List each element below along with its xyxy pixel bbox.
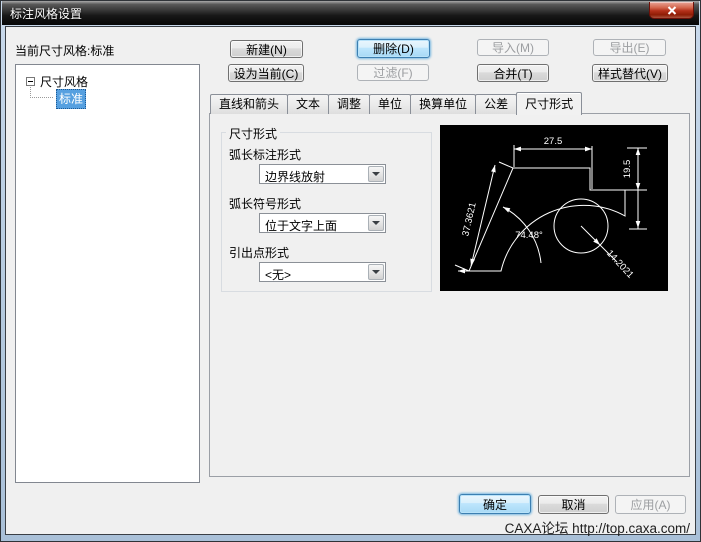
filter-button: 过滤(F) xyxy=(357,64,429,81)
chevron-down-icon xyxy=(372,270,380,274)
arc-symbol-form-select[interactable]: 位于文字上面 xyxy=(259,213,386,233)
dim-angle: 74.48° xyxy=(515,230,543,241)
arc-dim-form-label: 弧长标注形式 xyxy=(229,146,301,163)
chevron-down-icon xyxy=(372,172,380,176)
tree-node-standard-selected[interactable]: 标准 xyxy=(56,89,86,109)
current-style-label: 当前尺寸风格:标准 xyxy=(15,42,114,59)
close-button[interactable] xyxy=(649,2,694,19)
tab-units[interactable]: 单位 xyxy=(369,94,411,114)
tab-dimension-form-active[interactable]: 尺寸形式 xyxy=(516,92,582,115)
title-bar[interactable]: 标注风格设置 xyxy=(2,1,699,25)
close-icon xyxy=(667,6,677,15)
settings-tab-strip: 直线和箭头 文本 调整 单位 换算单位 公差 尺寸形式 xyxy=(210,91,581,114)
groupbox-label: 尺寸形式 xyxy=(226,125,280,142)
tab-alt-units[interactable]: 换算单位 xyxy=(410,94,476,114)
preview-part-outline xyxy=(469,168,625,271)
chevron-down-icon xyxy=(372,221,380,225)
dim-radius: 14.2021 xyxy=(604,248,635,281)
export-button: 导出(E) xyxy=(593,39,666,56)
leader-point-form-select[interactable]: <无> xyxy=(259,262,386,282)
delete-button[interactable]: 删除(D) xyxy=(357,39,430,58)
tree-connector xyxy=(30,97,53,98)
tab-text[interactable]: 文本 xyxy=(287,94,329,114)
arc-symbol-form-label: 弧长符号形式 xyxy=(229,195,301,212)
arc-dim-form-select[interactable]: 边界线放射 xyxy=(259,164,386,184)
dim-right-height: 19.5 xyxy=(622,160,633,179)
set-current-button[interactable]: 设为当前(C) xyxy=(228,64,304,82)
dropdown-button[interactable] xyxy=(368,166,384,182)
cancel-button[interactable]: 取消 xyxy=(538,495,609,514)
new-button[interactable]: 新建(N) xyxy=(230,40,303,58)
tab-lines-arrows[interactable]: 直线和箭头 xyxy=(210,94,288,114)
style-tree[interactable]: 尺寸风格 标准 xyxy=(15,64,200,483)
arc-dim-form-value: 边界线放射 xyxy=(265,168,325,185)
apply-button: 应用(A) xyxy=(615,495,686,514)
dimension-preview-image: 27.5 19.5 37.3621 74.48° 14.2021 xyxy=(440,125,668,291)
tree-node-dimension-style[interactable]: 尺寸风格 xyxy=(40,73,88,90)
arc-symbol-form-value: 位于文字上面 xyxy=(265,217,337,234)
merge-button[interactable]: 合并(T) xyxy=(477,64,549,82)
dropdown-button[interactable] xyxy=(368,264,384,280)
dimension-style-dialog: 标注风格设置 当前尺寸风格:标准 尺寸风格 标准 新建(N) 删除(D) 导入(… xyxy=(0,0,701,542)
tab-tolerance[interactable]: 公差 xyxy=(475,94,517,114)
window-title: 标注风格设置 xyxy=(10,5,82,22)
dropdown-button[interactable] xyxy=(368,215,384,231)
tree-collapse-icon[interactable] xyxy=(26,77,35,86)
style-override-button[interactable]: 样式替代(V) xyxy=(592,64,668,82)
tab-adjust[interactable]: 调整 xyxy=(328,94,370,114)
forum-watermark: CAXA论坛 http://top.caxa.com/ xyxy=(381,517,690,537)
dim-slant-length: 37.3621 xyxy=(460,201,478,237)
import-button: 导入(M) xyxy=(477,39,549,56)
leader-point-form-label: 引出点形式 xyxy=(229,244,289,261)
dim-top-width: 27.5 xyxy=(544,136,563,147)
leader-point-form-value: <无> xyxy=(265,266,291,283)
ok-button[interactable]: 确定 xyxy=(459,494,531,514)
